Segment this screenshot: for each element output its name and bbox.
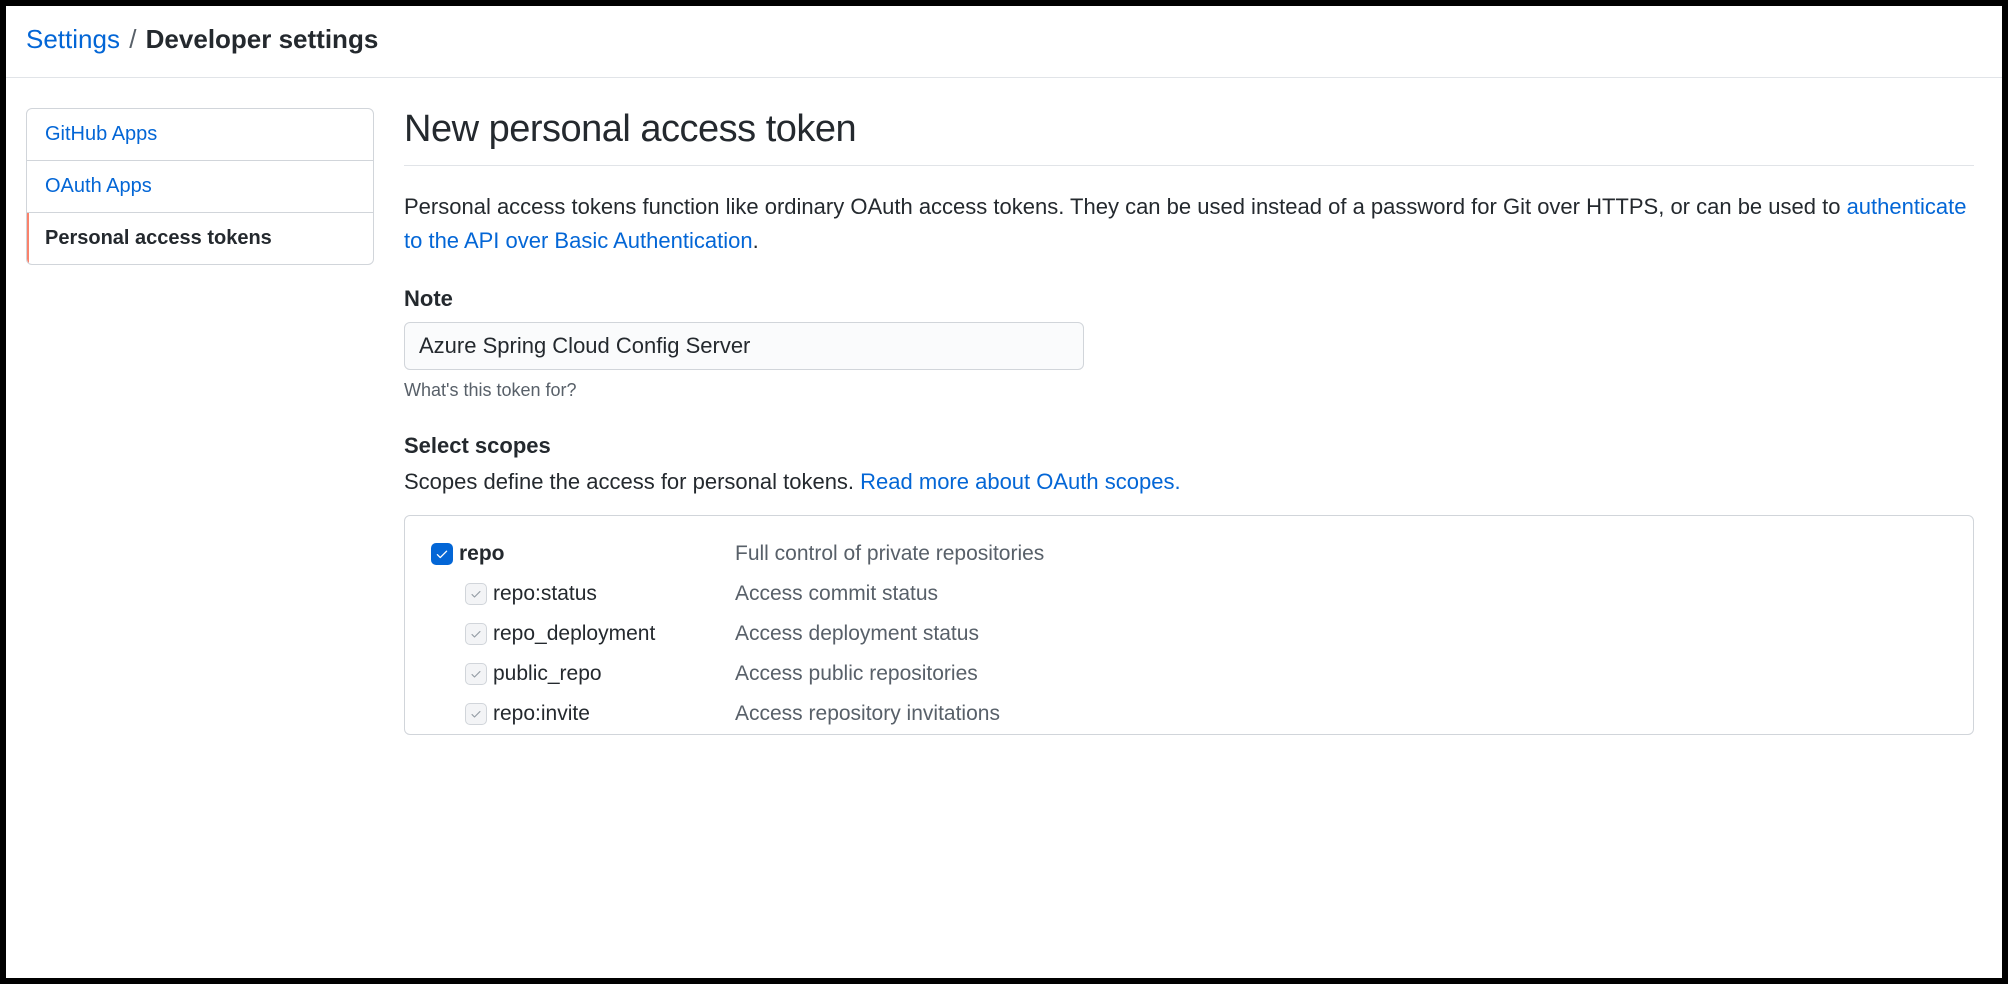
note-label: Note: [404, 286, 1974, 312]
checkbox-repo-invite[interactable]: [465, 703, 487, 725]
checkbox-repo-status[interactable]: [465, 583, 487, 605]
sidebar-item-github-apps: GitHub Apps: [27, 109, 373, 161]
check-icon: [435, 547, 449, 561]
check-icon: [470, 628, 482, 640]
sidebar-item-personal-access-tokens: Personal access tokens: [27, 213, 373, 264]
check-icon: [470, 708, 482, 720]
scope-name: repo_deployment: [493, 622, 735, 646]
scope-desc: Full control of private repositories: [735, 542, 1044, 566]
checkbox-repo-deployment[interactable]: [465, 623, 487, 645]
sidebar-item-oauth-apps: OAuth Apps: [27, 161, 373, 213]
scope-desc: Access commit status: [735, 582, 938, 606]
scope-row-public-repo: public_repo Access public repositories: [425, 654, 1953, 694]
scopes-heading: Select scopes: [404, 433, 1974, 459]
note-input[interactable]: [404, 322, 1084, 370]
scope-row-repo-deployment: repo_deployment Access deployment status: [425, 614, 1953, 654]
breadcrumb: Settings / Developer settings: [6, 6, 2002, 78]
checkbox-public-repo[interactable]: [465, 663, 487, 685]
lead-text: Personal access tokens function like ord…: [404, 194, 1847, 219]
scope-name: public_repo: [493, 662, 735, 686]
breadcrumb-parent-link[interactable]: Settings: [26, 24, 120, 54]
scope-desc: Access public repositories: [735, 662, 978, 686]
main-content: New personal access token Personal acces…: [404, 108, 1982, 735]
checkbox-repo[interactable]: [431, 543, 453, 565]
sidebar: GitHub Apps OAuth Apps Personal access t…: [26, 108, 374, 735]
scope-row-repo-status: repo:status Access commit status: [425, 574, 1953, 614]
scopes-desc-link[interactable]: Read more about OAuth scopes.: [860, 469, 1180, 494]
scope-name: repo:invite: [493, 702, 735, 726]
scope-row-repo: repo Full control of private repositorie…: [425, 534, 1953, 574]
scope-name: repo:status: [493, 582, 735, 606]
check-icon: [470, 668, 482, 680]
sidebar-link[interactable]: OAuth Apps: [27, 161, 373, 212]
note-hint: What's this token for?: [404, 380, 1974, 401]
breadcrumb-current: Developer settings: [146, 24, 379, 54]
scopes-description: Scopes define the access for personal to…: [404, 469, 1974, 495]
breadcrumb-separator: /: [129, 24, 136, 54]
scopes-desc-text: Scopes define the access for personal to…: [404, 469, 860, 494]
scope-desc: Access deployment status: [735, 622, 979, 646]
scope-name: repo: [459, 542, 735, 566]
scope-desc: Access repository invitations: [735, 702, 1000, 726]
lead-text-suffix: .: [753, 228, 759, 253]
check-icon: [470, 588, 482, 600]
scope-row-repo-invite: repo:invite Access repository invitation…: [425, 694, 1953, 734]
lead-paragraph: Personal access tokens function like ord…: [404, 190, 1974, 258]
scopes-box: repo Full control of private repositorie…: [404, 515, 1974, 735]
sidebar-link[interactable]: GitHub Apps: [27, 109, 373, 160]
sidebar-link[interactable]: Personal access tokens: [27, 213, 373, 264]
page-title: New personal access token: [404, 108, 1974, 166]
